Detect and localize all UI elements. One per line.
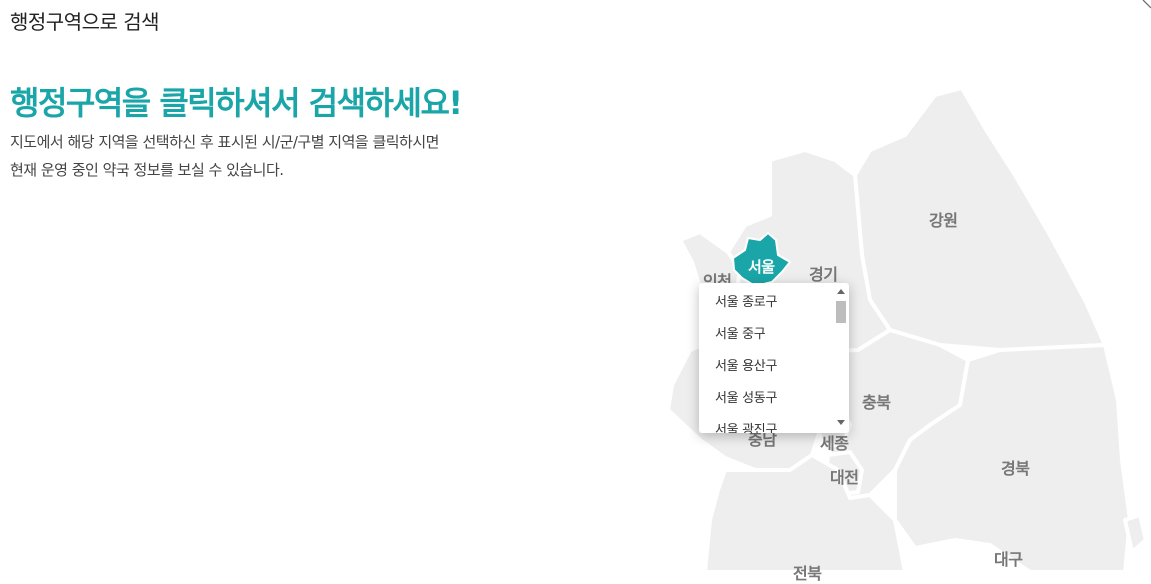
region-label-gangwon[interactable]: 강원 xyxy=(929,207,958,231)
region-shape-gangwon[interactable] xyxy=(853,86,1107,352)
scroll-up-arrow-icon[interactable] xyxy=(837,289,845,294)
district-item[interactable]: 서울 성동구 xyxy=(699,383,849,415)
region-label-daegu[interactable]: 대구 xyxy=(994,546,1023,570)
district-item[interactable]: 서울 광진구 xyxy=(699,415,849,433)
district-item[interactable]: 서울 중구 xyxy=(699,319,849,351)
region-label-gyeongbuk[interactable]: 경북 xyxy=(1001,455,1030,479)
dropdown-scrollbar[interactable] xyxy=(834,285,848,431)
district-list: 서울 종로구 서울 중구 서울 용산구 서울 성동구 서울 광진구 xyxy=(699,283,849,433)
map-selected-region-label[interactable]: 서울 xyxy=(748,256,775,277)
region-label-chungbuk[interactable]: 충북 xyxy=(862,389,891,413)
page-headline: 행정구역을 클릭하셔서 검색하세요! xyxy=(10,84,463,122)
district-dropdown[interactable]: 서울 종로구 서울 중구 서울 용산구 서울 성동구 서울 광진구 xyxy=(699,283,849,433)
region-label-jeonbuk[interactable]: 전북 xyxy=(793,560,822,584)
close-icon[interactable] xyxy=(1141,0,1151,10)
header-title: 행정구역으로 검색 xyxy=(10,10,160,34)
district-item[interactable]: 서울 종로구 xyxy=(699,287,849,319)
description-line-2: 현재 운영 중인 약국 정보를 보실 수 있습니다. xyxy=(10,161,284,179)
page-description: 지도에서 해당 지역을 선택하신 후 표시된 시/군/구별 지역을 클릭하시면 … xyxy=(10,128,439,184)
region-label-gyeonggi[interactable]: 경기 xyxy=(809,261,838,285)
description-line-1: 지도에서 해당 지역을 선택하신 후 표시된 시/군/구별 지역을 클릭하시면 xyxy=(10,133,439,151)
scroll-thumb[interactable] xyxy=(836,301,846,323)
region-label-sejong[interactable]: 세종 xyxy=(820,430,849,454)
region-label-daejeon[interactable]: 대전 xyxy=(830,464,859,488)
scroll-down-arrow-icon[interactable] xyxy=(837,420,845,425)
district-item[interactable]: 서울 용산구 xyxy=(699,351,849,383)
